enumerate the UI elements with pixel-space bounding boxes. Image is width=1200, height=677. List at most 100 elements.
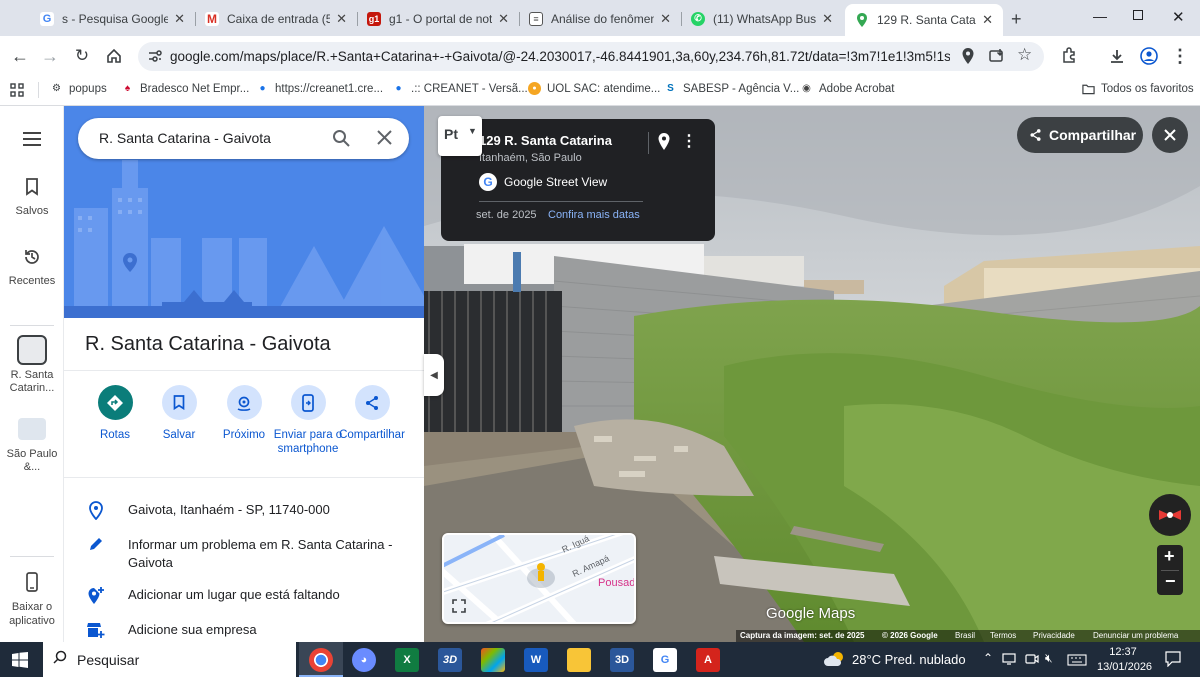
chrome-taskbar-item[interactable] [299, 642, 343, 677]
menu-kebab-icon[interactable]: ⋮ [1168, 44, 1192, 68]
apps-grid-icon[interactable] [10, 83, 24, 102]
report-problem-row[interactable]: Informar um problema em R. Santa Catarin… [64, 536, 424, 572]
maps-search-box[interactable]: R. Santa Catarina - Gaivota [78, 118, 409, 159]
search-icon[interactable] [332, 129, 350, 152]
location-pin-icon[interactable] [658, 133, 670, 155]
bookmark-item[interactable]: ♠ Bradesco Net Empr... [121, 82, 249, 95]
bookmark-item[interactable]: S SABESP - Agência V... [664, 82, 799, 95]
clear-search-icon[interactable] [377, 130, 392, 150]
3d-builder-icon[interactable]: 3D [610, 648, 634, 672]
browser-tab[interactable]: ≡ Análise do fenômeno ✕ [519, 5, 681, 32]
gear-icon: ⚙ [52, 83, 61, 94]
bookmark-item[interactable]: ● https://creanet1.cre... [256, 82, 383, 95]
place-title: R. Santa Catarina - Gaivota [85, 333, 331, 355]
pegman-icon: Pt [444, 126, 458, 142]
address-bar[interactable]: google.com/maps/place/R.+Santa+Catarina+… [138, 42, 1044, 71]
search-input[interactable]: R. Santa Catarina - Gaivota [99, 130, 271, 146]
recent-place-1[interactable]: R. Santa Catarin... [0, 335, 64, 395]
maximize-icon[interactable] [1133, 10, 1143, 20]
place-actions: Rotas Salvar Próximo Enviar para o smart… [64, 370, 424, 478]
bookmark-star-icon[interactable]: ☆ [1017, 45, 1032, 65]
volume-muted-icon[interactable]: 🔇︎ [1045, 651, 1053, 666]
nearby-button[interactable]: Próximo [209, 385, 279, 442]
copilot-icon[interactable] [481, 648, 505, 672]
location-pin-icon[interactable] [962, 48, 974, 69]
poi-label: Pousad [598, 577, 636, 589]
word-icon[interactable]: W [524, 648, 548, 672]
paint-icon[interactable]: ◕ [352, 648, 376, 672]
street-view-minimap[interactable]: R. Iguá R. Amapá Pousad [442, 533, 636, 624]
doc-icon: ≡ [529, 11, 543, 26]
download-icon[interactable] [1105, 44, 1129, 68]
saved-button[interactable]: Salvos [0, 178, 64, 217]
close-tab-icon[interactable]: ✕ [498, 11, 509, 27]
back-arrow-icon[interactable]: ← [8, 44, 32, 68]
home-icon[interactable] [102, 44, 126, 68]
browser-tab[interactable]: G s - Pesquisa Google ✕ [30, 5, 195, 32]
browser-tab[interactable]: M Caixa de entrada (58 ✕ [195, 5, 357, 32]
browser-tab-active[interactable]: 129 R. Santa Catarina ✕ [845, 4, 1003, 36]
directions-button[interactable]: Rotas [80, 385, 150, 442]
site-settings-icon[interactable] [147, 48, 163, 69]
more-dates-link[interactable]: Confira mais datas [548, 209, 640, 221]
close-tab-icon[interactable]: ✕ [982, 12, 993, 28]
extensions-icon[interactable] [1061, 46, 1079, 69]
all-favorites[interactable]: Todos os favoritos [1082, 82, 1194, 95]
forward-arrow-icon[interactable]: → [38, 44, 62, 68]
close-tab-icon[interactable]: ✕ [822, 11, 833, 27]
bookmark-item[interactable]: ●.:: CREANET - Versã... [392, 82, 527, 95]
close-tab-icon[interactable]: ✕ [174, 11, 185, 27]
address-row[interactable]: Gaivota, Itanhaém - SP, 11740-000 [64, 501, 424, 520]
reload-icon[interactable]: ↻ [70, 44, 94, 68]
zoom-out-button[interactable]: − [1165, 571, 1176, 592]
windows-start-icon[interactable] [12, 652, 28, 673]
minimize-icon[interactable]: — [1093, 8, 1107, 24]
install-app-icon[interactable] [989, 48, 1005, 69]
browser-tab[interactable]: g1 g1 - O portal de noti ✕ [357, 5, 519, 32]
pegman-button[interactable]: Pt ▼ [438, 116, 482, 156]
google-icon: G [40, 11, 54, 26]
keyboard-icon[interactable] [1067, 653, 1087, 671]
taskbar-search[interactable]: Pesquisar [43, 642, 296, 677]
network-icon[interactable] [1002, 652, 1016, 670]
excel-icon[interactable]: X [395, 648, 419, 672]
weather-text[interactable]: 28°C Pred. nublado [852, 652, 966, 667]
notifications-icon[interactable] [1165, 651, 1181, 672]
sv-card-subtitle: Itanhaém, São Paulo [479, 152, 582, 164]
browser-tab[interactable]: ✆ (11) WhatsApp Busin ✕ [681, 5, 843, 32]
send-to-phone-button[interactable]: Enviar para o smartphone [273, 385, 343, 456]
3d-viewer-icon[interactable]: 3D [438, 648, 462, 672]
share-button[interactable]: Compartilhar [1017, 117, 1143, 153]
bookmark-item[interactable]: ⚙ popups [50, 82, 107, 95]
close-street-view-button[interactable] [1152, 117, 1188, 153]
add-business-row[interactable]: Adicione sua empresa [64, 621, 424, 639]
profile-icon[interactable] [1137, 44, 1161, 68]
window-close-icon[interactable]: ✕ [1172, 8, 1185, 26]
system-clock[interactable]: 12:37 13/01/2026 [1097, 645, 1152, 675]
gsuite-icon[interactable]: G [653, 648, 677, 672]
maps-pin-icon [855, 13, 869, 27]
chevron-up-icon[interactable]: ⌃ [983, 651, 993, 665]
close-tab-icon[interactable]: ✕ [336, 11, 347, 27]
save-button[interactable]: Salvar [144, 385, 214, 442]
file-explorer-icon[interactable] [567, 648, 591, 672]
compass-button[interactable] [1149, 494, 1191, 536]
recent-button[interactable]: Recentes [0, 248, 64, 287]
meet-icon[interactable] [1025, 652, 1039, 670]
zoom-in-button[interactable]: + [1164, 546, 1175, 567]
collapse-panel-button[interactable]: ◀ [424, 354, 444, 396]
add-place-row[interactable]: Adicionar um lugar que está faltando [64, 586, 424, 605]
bookmark-icon [161, 385, 197, 420]
close-tab-icon[interactable]: ✕ [660, 11, 671, 27]
download-app-button[interactable]: Baixar o aplicativo [0, 572, 64, 628]
google-icon: G [479, 173, 497, 191]
recent-place-2[interactable]: São Paulo &... [0, 418, 64, 474]
acrobat-icon[interactable]: A [696, 648, 720, 672]
bookmark-item[interactable]: ● UOL SAC: atendime... [528, 82, 660, 95]
share-button[interactable]: Compartilhar [337, 385, 407, 442]
bookmark-item[interactable]: ◉ Adobe Acrobat [800, 82, 894, 95]
more-options-icon[interactable]: ⋮ [681, 131, 697, 151]
expand-icon[interactable] [452, 599, 470, 617]
new-tab-icon[interactable]: + [1011, 9, 1022, 30]
hamburger-menu-icon[interactable] [22, 132, 42, 151]
